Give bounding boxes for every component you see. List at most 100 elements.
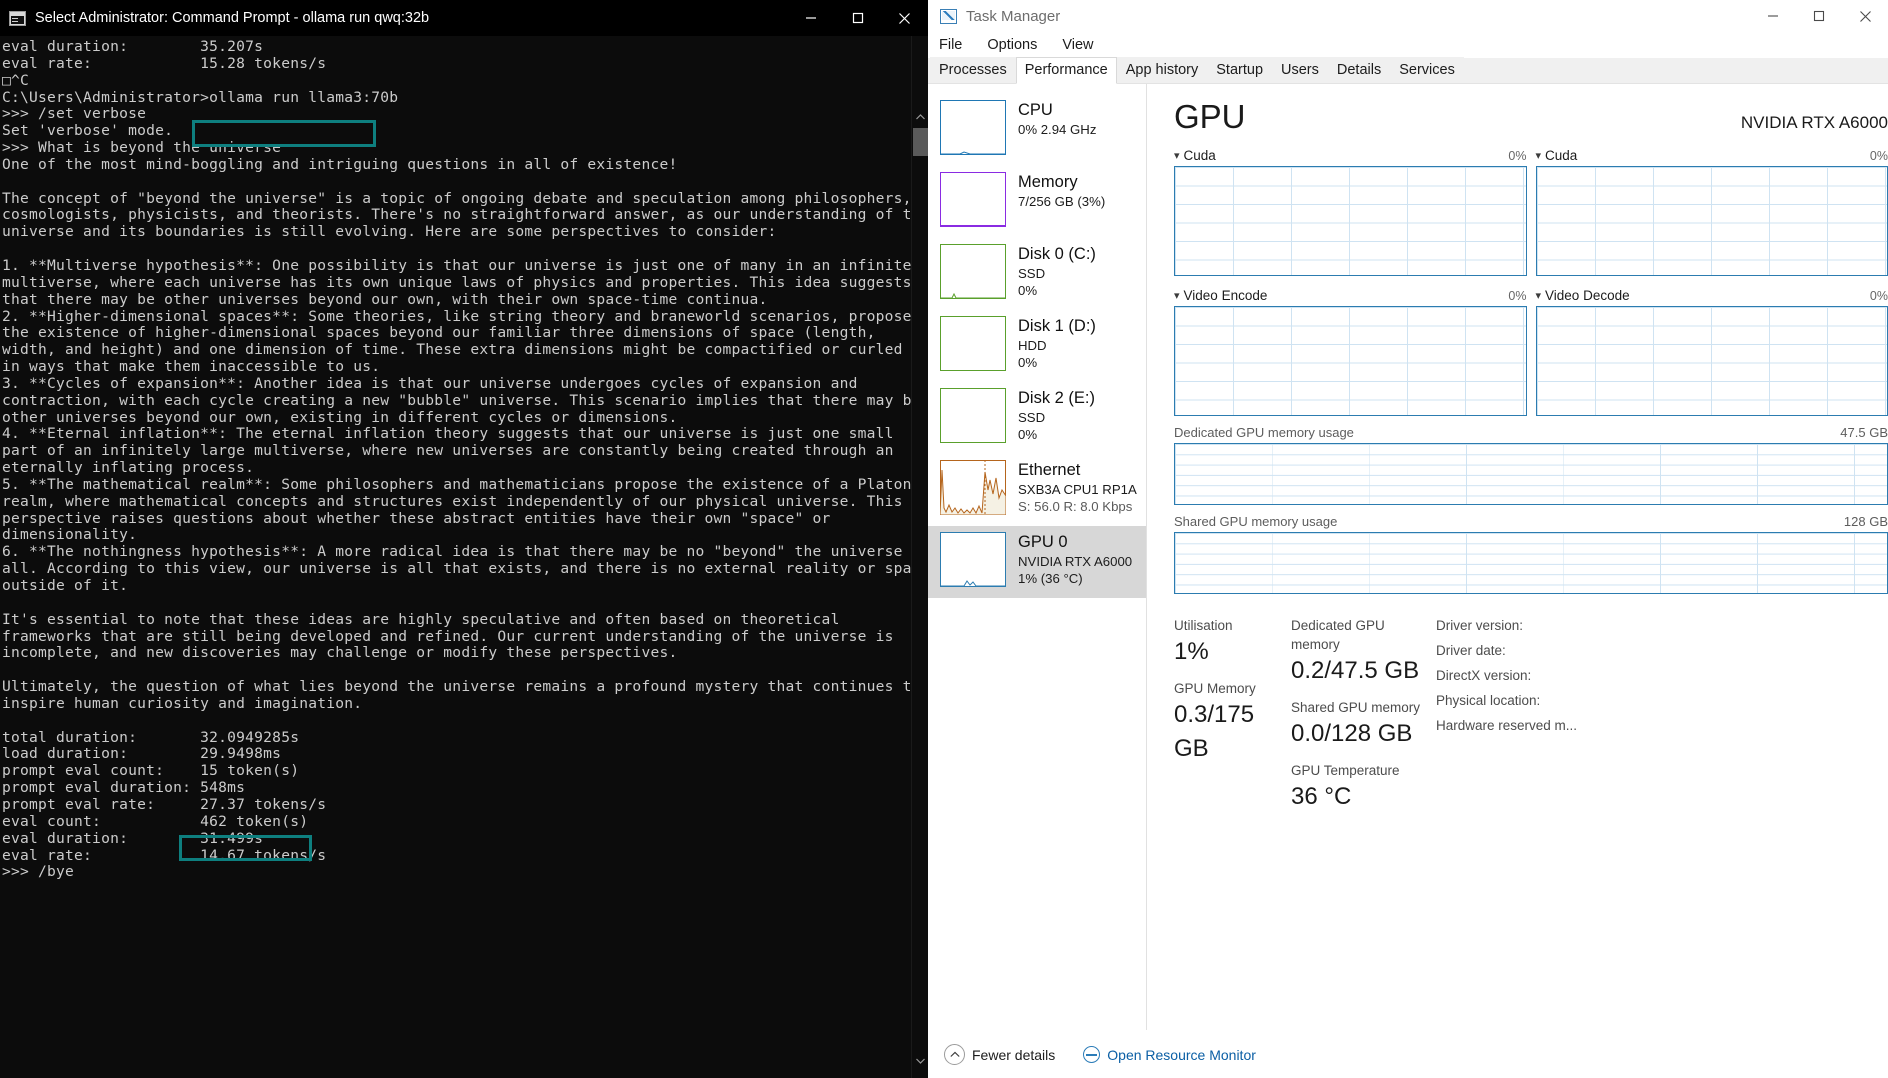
task-manager-footer: Fewer details Open Resource Monitor [928,1030,1888,1078]
page-title: GPU [1174,98,1246,135]
sidebar-item-sub1: NVIDIA RTX A6000 [1018,554,1133,569]
tab-startup[interactable]: Startup [1207,57,1273,83]
disk1-thumbnail-graph [940,316,1006,371]
graph-label-text: Video Encode [1183,288,1268,303]
dedicated-memory-section: Dedicated GPU memory usage 47.5 GB [1174,425,1888,505]
minimize-icon[interactable] [1750,0,1796,32]
sidebar-item-sub1: HDD [1018,338,1047,353]
dedicated-memory-max: 47.5 GB [1840,425,1888,440]
chevron-up-circle-icon [944,1044,965,1065]
sidebar-item-sub1: SXB3A CPU1 RP1A ... [1018,482,1138,497]
fewer-details-label: Fewer details [972,1046,1056,1063]
sidebar-item-sub1: SSD [1018,266,1046,281]
stat-column-utilisation: Utilisation 1% GPU Memory 0.3/175 GB [1174,616,1291,824]
gpu-memory-label: GPU Memory [1174,681,1256,696]
close-icon[interactable] [881,0,928,36]
tab-app-history[interactable]: App history [1116,57,1208,83]
shared-memory-section: Shared GPU memory usage 128 GB [1174,514,1888,594]
tab-users[interactable]: Users [1272,57,1328,83]
sidebar-item-label: Memory [1018,173,1078,191]
sidebar-item-disk-1[interactable]: Disk 1 (D:) HDD 0% [928,310,1146,382]
gpu-engine-cuda-2: ▾ Cuda 0% [1535,148,1888,276]
gpu-header: GPU NVIDIA RTX A6000 [1174,98,1888,136]
gpu-engine-video-decode: ▾ Video Decode 0% [1535,288,1888,416]
gpu-stats: Utilisation 1% GPU Memory 0.3/175 GB Ded… [1174,616,1888,824]
shared-gpu-memory-value: 0.0/128 GB [1291,720,1413,747]
open-resource-monitor-label: Open Resource Monitor [1107,1046,1256,1063]
stat-column-memory: Dedicated GPU memory 0.2/47.5 GB Shared … [1291,616,1436,824]
gpu-engine-video-encode: ▾ Video Encode 0% [1174,288,1527,416]
sidebar-item-cpu[interactable]: CPU 0% 2.94 GHz [928,94,1146,166]
graph-label-video-encode[interactable]: ▾ Video Encode 0% [1174,288,1527,303]
chevron-down-icon[interactable]: ▾ [1174,289,1180,302]
scroll-up-arrow[interactable] [912,108,928,126]
shared-memory-label: Shared GPU memory usage [1174,514,1338,529]
tab-services[interactable]: Services [1390,57,1464,83]
sidebar-item-memory[interactable]: Memory 7/256 GB (3%) [928,166,1146,238]
resource-monitor-icon [1083,1046,1101,1063]
sidebar-item-sub1: 0% 2.94 GHz [1018,122,1097,137]
sidebar-item-label: Ethernet [1018,461,1081,479]
scroll-down-arrow[interactable] [912,1052,928,1070]
minimize-icon[interactable] [787,0,834,36]
menu-item-view[interactable]: View [1058,35,1097,55]
sidebar-item-sub2: S: 56.0 R: 8.0 Kbps [1018,499,1133,514]
gpu-detail-panel: GPU NVIDIA RTX A6000 ▾ Cuda 0% ▾ Cuda 0%… [1147,84,1888,1030]
open-resource-monitor-link[interactable]: Open Resource Monitor [1083,1046,1256,1063]
chevron-down-icon[interactable]: ▾ [1174,149,1180,162]
maximize-icon[interactable] [834,0,881,36]
directx-version-label: DirectX version: [1436,668,1532,683]
driver-version-label: Driver version: [1436,618,1524,633]
fewer-details-button[interactable]: Fewer details [944,1044,1055,1065]
sidebar-item-label: CPU [1018,101,1053,119]
cmd-window-controls [787,0,928,36]
tab-performance[interactable]: Performance [1015,57,1117,84]
cuda-graph-2 [1535,166,1888,276]
close-icon[interactable] [1842,0,1888,32]
cpu-thumbnail-graph [940,100,1006,155]
task-manager-title: Task Manager [966,7,1061,25]
maximize-icon[interactable] [1796,0,1842,32]
cmd-scrollbar-thumb[interactable] [913,128,928,156]
tab-processes[interactable]: Processes [930,57,1016,83]
task-manager-titlebar[interactable]: Task Manager [928,0,1888,32]
graph-label-cuda-2[interactable]: ▾ Cuda 0% [1536,148,1888,163]
graph-label-video-decode[interactable]: ▾ Video Decode 0% [1536,288,1888,303]
performance-content: CPU 0% 2.94 GHz Memory 7/256 GB (3%) Dis… [928,84,1888,1030]
sidebar-item-sub2: 0% [1018,427,1038,442]
sidebar-item-ethernet[interactable]: Ethernet SXB3A CPU1 RP1A ... S: 56.0 R: … [928,454,1146,526]
sidebar-item-label: Disk 2 (E:) [1018,389,1096,407]
hardware-reserved-memory-label: Hardware reserved m... [1436,718,1578,733]
sidebar-item-gpu-0[interactable]: GPU 0 NVIDIA RTX A6000 1% (36 °C) [928,526,1146,598]
dedicated-memory-graph [1174,443,1888,505]
tab-bar: Processes Performance App history Startu… [928,57,1888,84]
graph-label-text: Cuda [1545,148,1578,163]
video-encode-graph [1174,306,1527,416]
chevron-down-icon[interactable]: ▾ [1536,149,1542,162]
gpu-memory-value: 0.3/175 GB [1174,701,1255,762]
performance-sidebar: CPU 0% 2.94 GHz Memory 7/256 GB (3%) Dis… [928,84,1147,1030]
cmd-titlebar[interactable]: Select Administrator: Command Prompt - o… [0,0,928,36]
sidebar-item-disk-2[interactable]: Disk 2 (E:) SSD 0% [928,382,1146,454]
sidebar-item-label: Disk 0 (C:) [1018,245,1096,263]
chevron-down-icon[interactable]: ▾ [1536,289,1542,302]
sidebar-item-disk-0[interactable]: Disk 0 (C:) SSD 0% [928,238,1146,310]
driver-date-label: Driver date: [1436,643,1506,658]
command-prompt-window: Select Administrator: Command Prompt - o… [0,0,928,1078]
disk0-thumbnail-graph [940,244,1006,299]
sidebar-item-sub2: 1% (36 °C) [1018,571,1083,586]
menu-bar: File Options View [928,32,1888,58]
menu-item-file[interactable]: File [935,35,966,55]
memory-thumbnail-graph [940,172,1006,227]
gpu-model-label: NVIDIA RTX A6000 [1740,113,1888,132]
terminal-output[interactable]: eval duration: 35.207s eval rate: 15.28 … [0,36,911,1078]
graph-label-cuda-1[interactable]: ▾ Cuda 0% [1174,148,1527,163]
tab-details[interactable]: Details [1327,57,1391,83]
gpu-engine-cuda-1: ▾ Cuda 0% [1174,148,1527,276]
graph-percent: 0% [1869,148,1888,163]
menu-item-options[interactable]: Options [983,35,1041,55]
cmd-scrollbar[interactable] [911,36,928,1078]
physical-location-label: Physical location: [1436,693,1541,708]
sidebar-item-label: Disk 1 (D:) [1018,317,1096,335]
gpu0-thumbnail-graph [940,532,1006,587]
